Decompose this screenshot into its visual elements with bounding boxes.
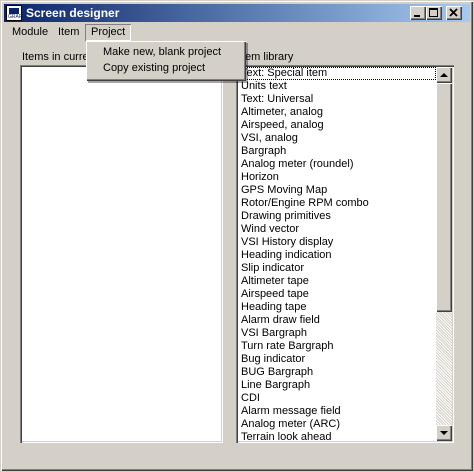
library-list-item[interactable]: BUG Bargraph bbox=[239, 366, 436, 379]
library-list-item[interactable]: Altimeter tape bbox=[239, 275, 436, 288]
library-list-item[interactable]: Rotor/Engine RPM combo bbox=[239, 197, 436, 210]
library-list-item[interactable]: Alarm message field bbox=[239, 405, 436, 418]
library-list-item[interactable]: CDI bbox=[239, 392, 436, 405]
close-icon bbox=[449, 8, 458, 17]
library-list-item[interactable]: Bug indicator bbox=[239, 353, 436, 366]
library-list-item[interactable]: Text: Special item bbox=[239, 67, 436, 80]
current-items-label: Items in curre bbox=[22, 51, 89, 63]
library-list-item[interactable]: Text: Universal bbox=[239, 93, 436, 106]
title-bar[interactable]: GRAPH Screen designer bbox=[4, 4, 470, 22]
library-list-item[interactable]: VSI Bargraph bbox=[239, 327, 436, 340]
minimize-icon bbox=[414, 15, 420, 17]
library-list-item[interactable]: Analog meter (ARC) bbox=[239, 418, 436, 431]
minimize-button[interactable] bbox=[410, 6, 426, 20]
library-list-item[interactable]: Airspeed, analog bbox=[239, 119, 436, 132]
item-library-list[interactable]: Text: Special item Units text Text: Univer… bbox=[236, 65, 454, 443]
library-list-item[interactable]: Units text bbox=[239, 80, 436, 93]
library-list-item[interactable]: Heading indication bbox=[239, 249, 436, 262]
library-list-item[interactable]: Airspeed tape bbox=[239, 288, 436, 301]
menu-make-new-blank-project[interactable]: Make new, blank project bbox=[86, 44, 246, 60]
library-list-item[interactable]: Line Bargraph bbox=[239, 379, 436, 392]
screen-designer-window: GRAPH Screen designer Module Item Projec… bbox=[0, 0, 474, 472]
scroll-up-button[interactable] bbox=[436, 67, 452, 83]
library-list-item[interactable]: Alarm draw field bbox=[239, 314, 436, 327]
item-library-label: tem library bbox=[242, 51, 294, 63]
menu-module[interactable]: Module bbox=[6, 24, 54, 41]
maximize-icon bbox=[429, 8, 438, 17]
menu-project[interactable]: Project bbox=[85, 24, 131, 41]
menu-item[interactable]: Item bbox=[52, 24, 85, 41]
app-icon-label: GRAPH bbox=[8, 14, 26, 20]
scroll-thumb[interactable] bbox=[436, 83, 452, 312]
window-title: Screen designer bbox=[26, 6, 120, 20]
library-list-item[interactable]: Heading tape bbox=[239, 301, 436, 314]
library-list-item[interactable]: GPS Moving Map bbox=[239, 184, 436, 197]
scroll-down-button[interactable] bbox=[436, 425, 452, 441]
library-list-item[interactable]: VSI, analog bbox=[239, 132, 436, 145]
arrow-up-icon bbox=[440, 73, 448, 77]
item-library-scrollbar[interactable] bbox=[436, 67, 452, 441]
menu-bar: Module Item Project bbox=[4, 23, 470, 41]
library-list-item[interactable]: Horizon bbox=[239, 171, 436, 184]
library-list-item[interactable]: Terrain look ahead bbox=[239, 431, 436, 443]
library-list-item[interactable]: VSI History display bbox=[239, 236, 436, 249]
close-button[interactable] bbox=[446, 6, 462, 20]
current-items-list[interactable] bbox=[20, 65, 223, 443]
menu-copy-existing-project[interactable]: Copy existing project bbox=[86, 60, 246, 76]
maximize-button[interactable] bbox=[426, 6, 442, 20]
app-icon[interactable]: GRAPH bbox=[6, 5, 26, 21]
library-list-item[interactable]: Bargraph bbox=[239, 145, 436, 158]
library-list-item[interactable]: Slip indicator bbox=[239, 262, 436, 275]
arrow-down-icon bbox=[440, 431, 448, 435]
library-list-item[interactable]: Turn rate Bargraph bbox=[239, 340, 436, 353]
item-library-items: Text: Special item Units text Text: Univer… bbox=[239, 67, 436, 443]
project-dropdown-menu: Make new, blank project Copy existing pr… bbox=[86, 41, 246, 81]
library-list-item[interactable]: Drawing primitives bbox=[239, 210, 436, 223]
library-list-item[interactable]: Altimeter, analog bbox=[239, 106, 436, 119]
library-list-item[interactable]: Analog meter (roundel) bbox=[239, 158, 436, 171]
library-list-item[interactable]: Wind vector bbox=[239, 223, 436, 236]
